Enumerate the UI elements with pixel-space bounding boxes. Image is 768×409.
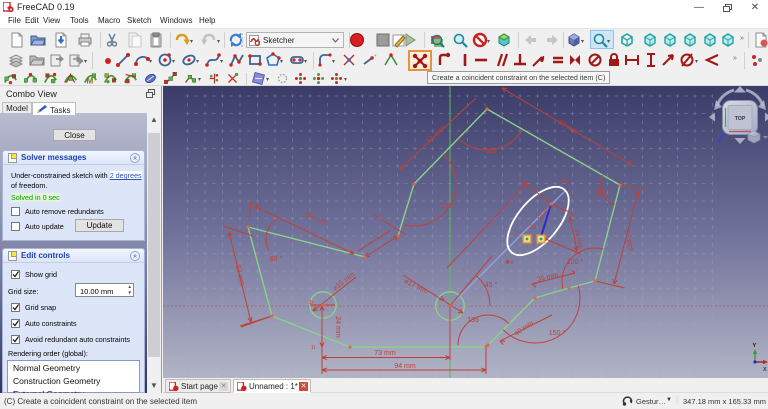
svg-text:45 °: 45 ° bbox=[485, 281, 498, 289]
svg-text:X: X bbox=[763, 367, 767, 373]
svg-text:Y: Y bbox=[753, 343, 757, 349]
svg-text:M: M bbox=[86, 76, 93, 85]
svg-text:135: 135 bbox=[467, 317, 479, 324]
svg-text:105: 105 bbox=[484, 148, 496, 155]
svg-text:30 °: 30 ° bbox=[530, 225, 541, 231]
svg-text:60 °: 60 ° bbox=[270, 255, 283, 263]
svg-text:120 °: 120 ° bbox=[567, 258, 584, 266]
svg-text:✱≡: ✱≡ bbox=[561, 178, 570, 185]
svg-text:×: × bbox=[532, 243, 536, 249]
svg-text:105 °: 105 ° bbox=[594, 189, 611, 197]
svg-text:✱≡: ✱≡ bbox=[505, 259, 514, 266]
svg-text:×: × bbox=[515, 231, 519, 237]
svg-text:1r: 1r bbox=[309, 300, 314, 306]
svg-text:TOP: TOP bbox=[735, 116, 746, 122]
svg-text:73 mm: 73 mm bbox=[374, 350, 396, 357]
svg-text:150 °: 150 ° bbox=[441, 202, 458, 210]
svg-text:94 mm: 94 mm bbox=[394, 363, 416, 370]
svg-text:24 mm: 24 mm bbox=[334, 316, 341, 338]
svg-text:150 °: 150 ° bbox=[549, 329, 566, 337]
svg-text:1r: 1r bbox=[311, 345, 316, 351]
